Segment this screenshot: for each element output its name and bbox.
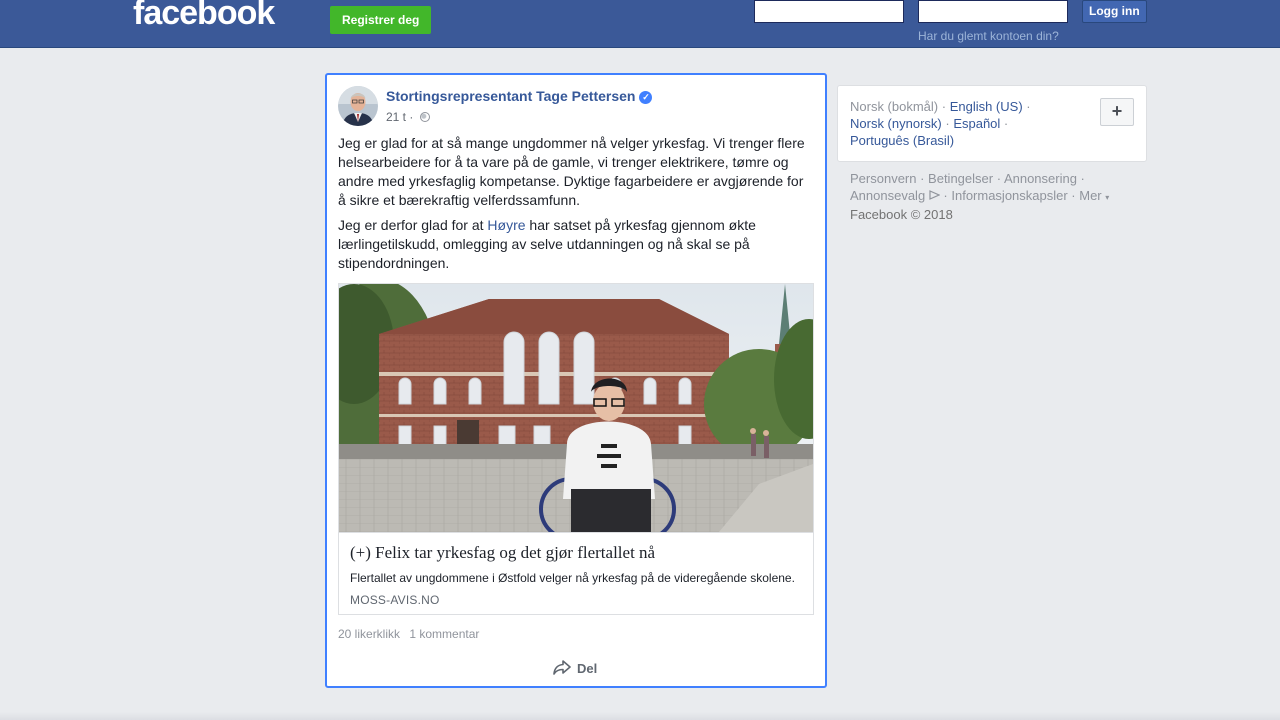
author-name-link[interactable]: Stortingsrepresentant Tage Pettersen ✓ [386, 88, 653, 104]
post-timestamp[interactable]: 21 t [386, 110, 406, 124]
footer-more-link[interactable]: Mer ▾ [1079, 188, 1109, 203]
public-globe-icon[interactable] [419, 112, 430, 122]
current-language: Norsk (bokmål) [850, 99, 939, 114]
post-text: Jeg er glad for at så mange ungdommer nå… [338, 134, 814, 279]
footer-privacy-link[interactable]: Personvern [850, 171, 916, 186]
verified-badge-icon: ✓ [639, 91, 653, 104]
email-field[interactable] [754, 0, 904, 23]
language-portugues-brasil[interactable]: Português (Brasil) [850, 133, 954, 148]
language-norsk-nynorsk[interactable]: Norsk (nynorsk) [850, 116, 942, 131]
login-button[interactable]: Logg inn [1082, 0, 1147, 23]
facebook-logo[interactable]: facebook [133, 0, 275, 33]
comments-count[interactable]: 1 kommentar [409, 627, 479, 641]
language-list: Norsk (bokmål) · English (US) · Norsk (n… [850, 99, 1031, 148]
language-english-us[interactable]: English (US) [950, 99, 1023, 114]
footer-links: Personvern · Betingelser · Annonsering ·… [850, 171, 1110, 222]
footer-terms-link[interactable]: Betingelser [928, 171, 993, 186]
link-preview-info[interactable]: (+) Felix tar yrkesfag og det gjør flert… [339, 532, 813, 615]
more-label: Mer [1079, 188, 1102, 203]
top-bar: facebook Registrer deg Logg inn Har du g… [0, 0, 1280, 48]
link-preview-card[interactable]: (+) Felix tar yrkesfag og det gjør flert… [338, 283, 814, 615]
footer-advertising-link[interactable]: Annonsering [1004, 171, 1077, 186]
link-title[interactable]: (+) Felix tar yrkesfag og det gjør flert… [350, 543, 655, 563]
caret-down-icon: ▾ [1105, 193, 1110, 202]
share-arrow-icon [553, 660, 571, 675]
post-paragraph: Jeg er glad for at så mange ungdommer nå… [338, 135, 805, 208]
forgot-account-link[interactable]: Har du glemt kontoen din? [918, 29, 1059, 43]
password-field[interactable] [918, 0, 1068, 23]
author-name: Stortingsrepresentant Tage Pettersen [386, 88, 636, 104]
likes-count[interactable]: 20 likerklikk [338, 627, 400, 641]
adchoices-icon [929, 190, 941, 200]
article-photo [339, 284, 813, 532]
footer-cookies-link[interactable]: Informasjonskapsler [951, 188, 1067, 203]
language-selector-box: Norsk (bokmål) · English (US) · Norsk (n… [837, 85, 1147, 162]
link-domain: MOSS-AVIS.NO [350, 593, 440, 607]
page-bottom-edge [0, 712, 1280, 720]
reaction-counts: 20 likerklikk 1 kommentar [338, 627, 485, 641]
add-language-button[interactable]: + [1100, 98, 1134, 126]
avatar-photo [338, 86, 378, 126]
language-espanol[interactable]: Español [953, 116, 1000, 131]
meta-separator: · [409, 110, 414, 124]
register-button[interactable]: Registrer deg [330, 6, 432, 34]
post-meta: 21 t · [386, 110, 430, 124]
adchoices-label: Annonsevalg [850, 188, 926, 203]
link-preview-image[interactable] [339, 284, 813, 532]
link-description: Flertallet av ungdommene i Østfold velge… [350, 571, 795, 585]
post-paragraph: Jeg er derfor glad for at Høyre har sats… [338, 216, 814, 273]
post-text-segment: Jeg er derfor glad for at [338, 217, 488, 233]
author-avatar[interactable] [338, 86, 378, 126]
copyright: Facebook © 2018 [850, 207, 953, 222]
footer-adchoices-link[interactable]: Annonsevalg [850, 188, 941, 203]
hoyre-page-link[interactable]: Høyre [487, 217, 525, 233]
post-card: Stortingsrepresentant Tage Pettersen ✓ 21… [325, 73, 827, 688]
share-button[interactable]: Del [553, 657, 597, 679]
share-label: Del [577, 660, 598, 676]
